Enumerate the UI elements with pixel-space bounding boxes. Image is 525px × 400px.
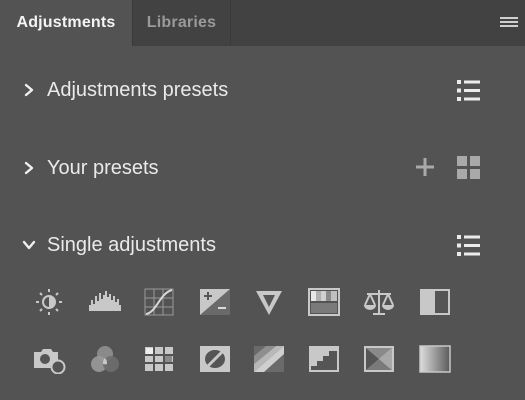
tab-libraries[interactable]: Libraries [133, 0, 231, 46]
chevron-down-icon[interactable] [22, 238, 36, 252]
vibrance-icon[interactable] [252, 287, 286, 317]
selective-color-icon[interactable] [362, 344, 396, 374]
black-white-icon[interactable] [418, 287, 452, 317]
exposure-icon[interactable] [198, 287, 232, 317]
section-adjustments-presets: Adjustments presets [0, 71, 525, 111]
threshold-icon[interactable] [307, 344, 341, 374]
list-view-icon[interactable] [456, 78, 481, 103]
hue-saturation-icon[interactable] [307, 287, 341, 317]
section-single-adjustments: Single adjustments [0, 226, 525, 266]
list-view-icon[interactable] [456, 233, 481, 258]
color-lookup-icon[interactable] [142, 344, 176, 374]
tab-adjustments[interactable]: Adjustments [0, 0, 133, 46]
posterize-icon[interactable] [252, 344, 286, 374]
brightness-contrast-icon[interactable] [32, 287, 66, 317]
chevron-right-icon[interactable] [22, 83, 36, 97]
section-title-single-adjustments[interactable]: Single adjustments [47, 234, 216, 257]
channel-mixer-icon[interactable] [88, 344, 122, 374]
plus-icon[interactable] [413, 155, 437, 179]
hamburger-icon[interactable] [500, 17, 518, 29]
section-title-adjustments-presets[interactable]: Adjustments presets [47, 79, 228, 102]
chevron-right-icon[interactable] [22, 161, 36, 175]
section-your-presets: Your presets [0, 149, 525, 189]
color-balance-icon[interactable] [362, 287, 396, 317]
invert-icon[interactable] [198, 344, 232, 374]
levels-icon[interactable] [88, 287, 122, 317]
grid-view-icon[interactable] [456, 155, 481, 180]
panel-tab-bar: Adjustments Libraries [0, 0, 525, 46]
section-title-your-presets[interactable]: Your presets [47, 157, 159, 180]
gradient-map-icon[interactable] [418, 344, 452, 374]
photo-filter-icon[interactable] [32, 344, 66, 374]
curves-icon[interactable] [142, 287, 176, 317]
